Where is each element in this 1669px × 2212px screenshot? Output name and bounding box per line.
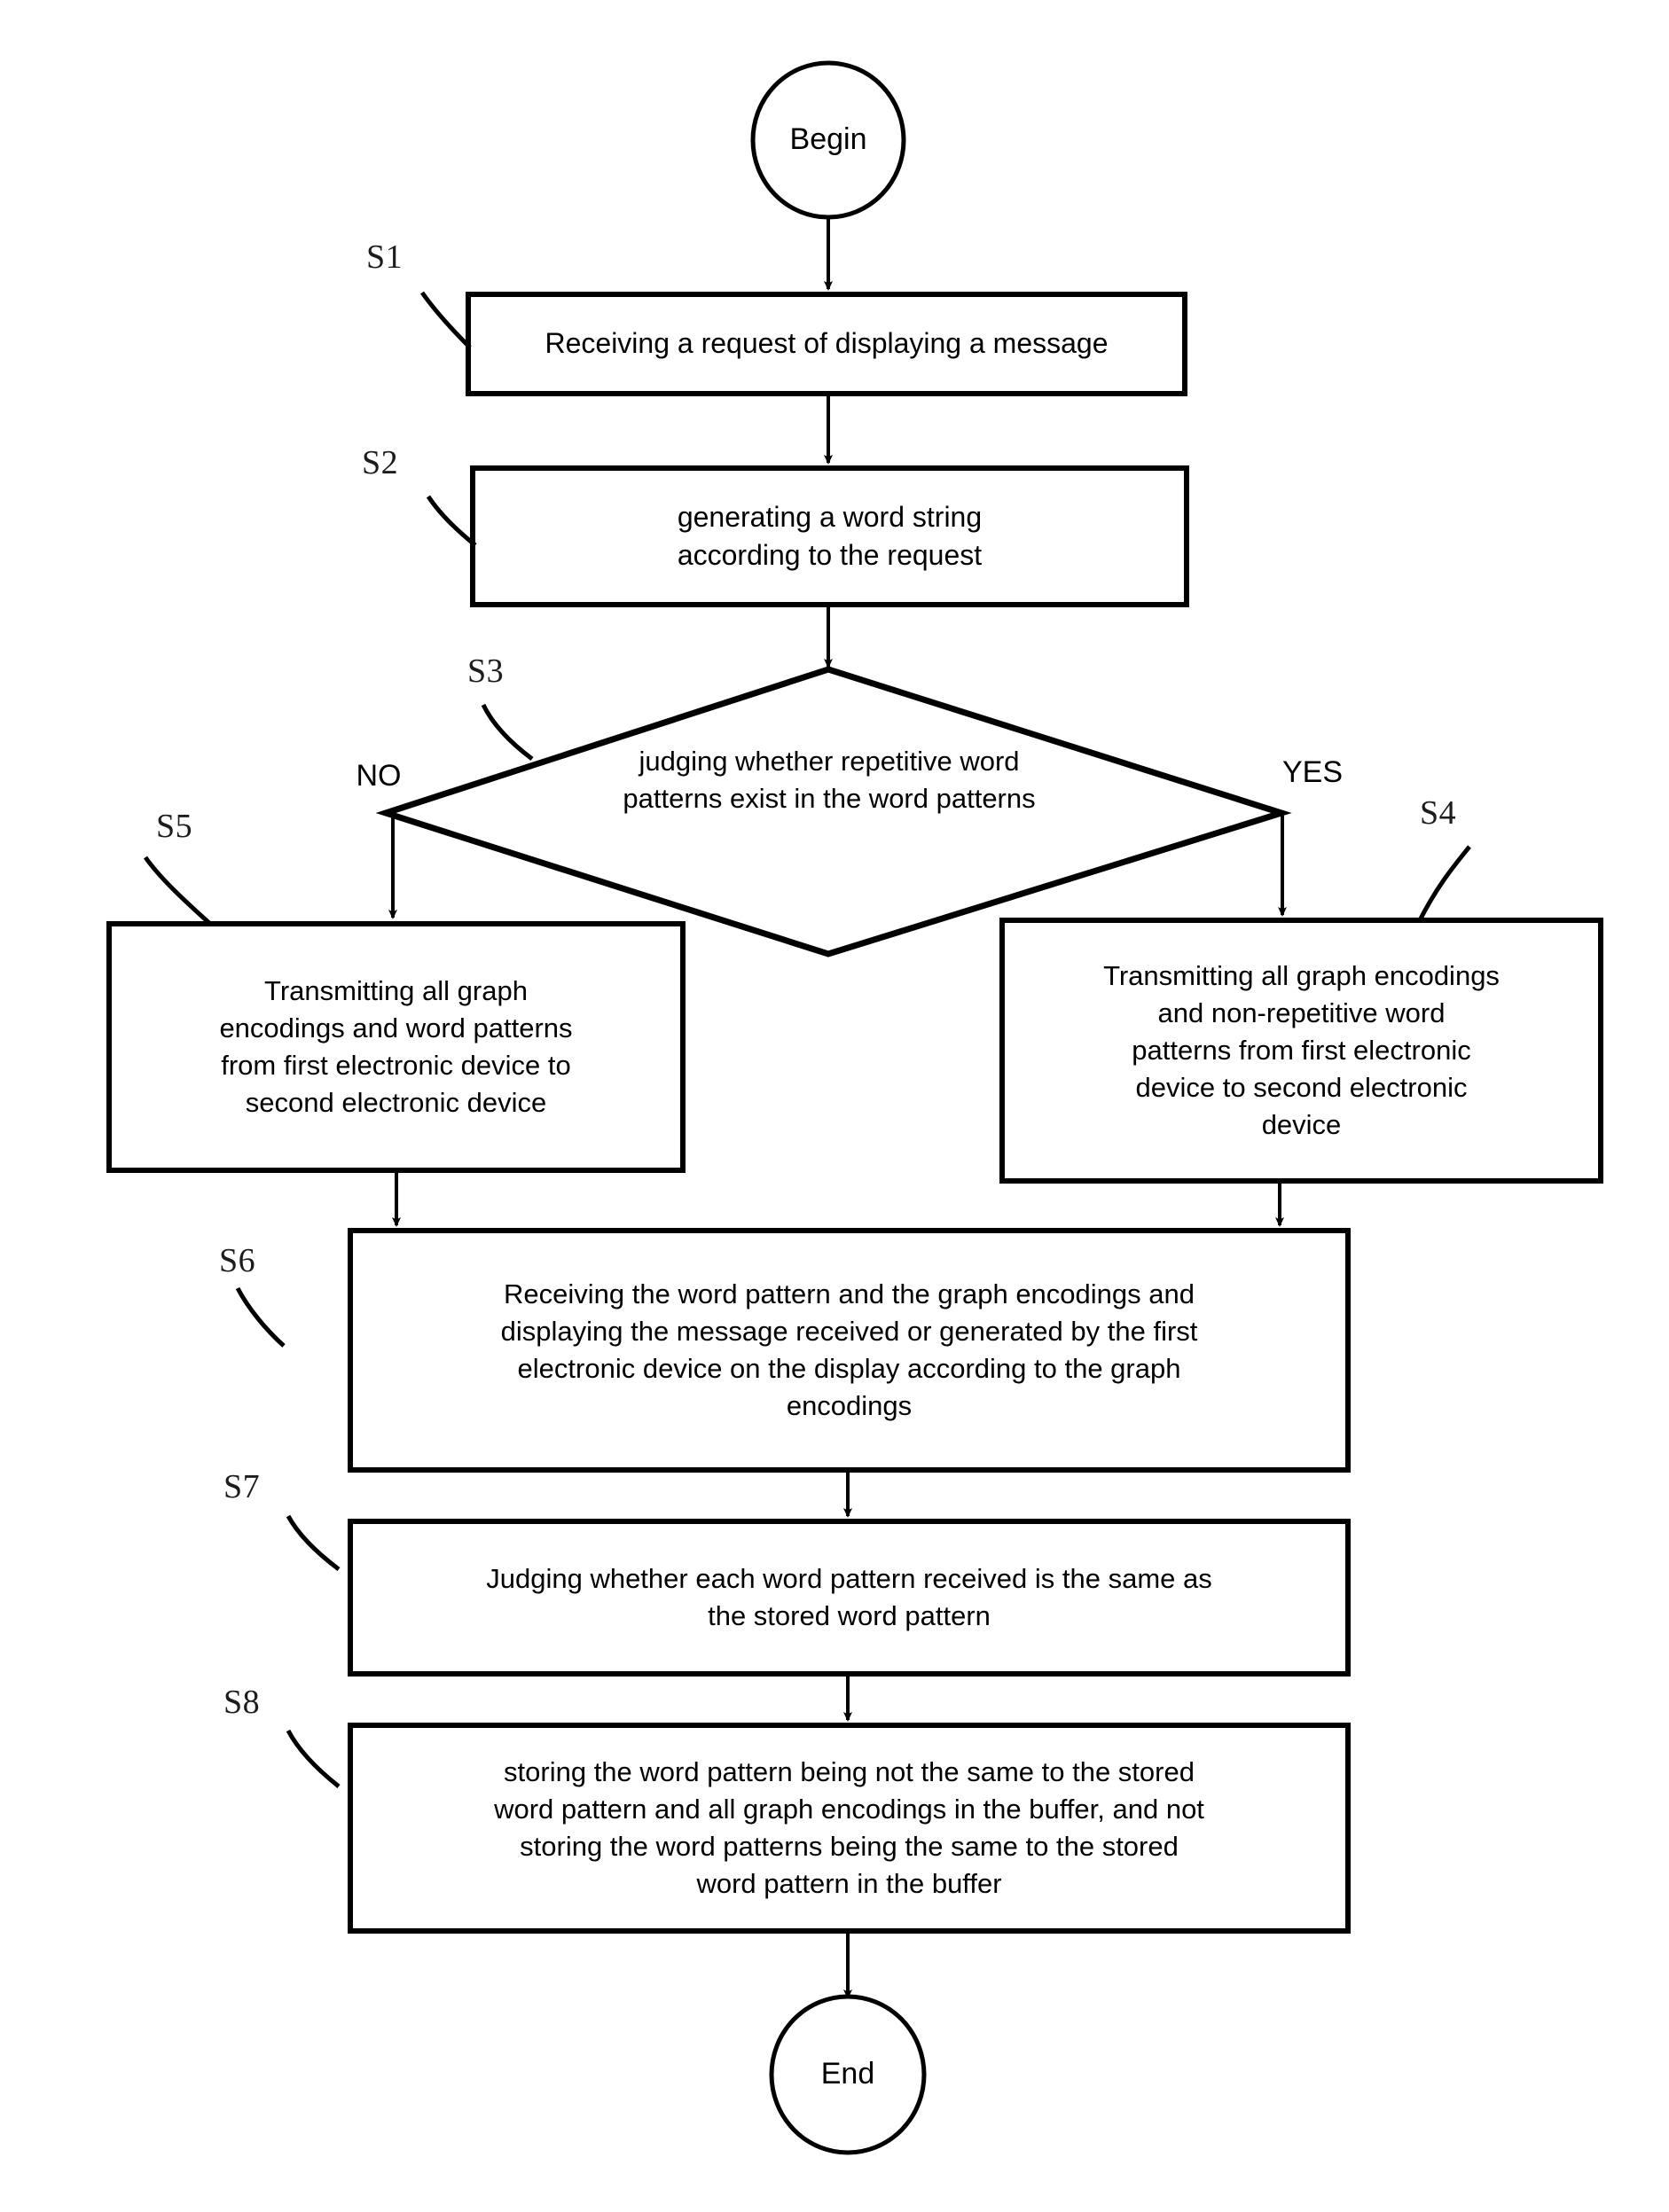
leader-line-s4: [1416, 845, 1471, 924]
step-label-s4: S4: [1420, 794, 1457, 832]
flowchart-page: Begin End Receiving a request of display…: [0, 0, 1669, 2212]
s8-box-shape: [348, 1723, 1351, 1934]
s6-box-shape: [348, 1228, 1351, 1473]
leader-line-s3: [481, 703, 534, 761]
s7-box-shape: [348, 1519, 1351, 1677]
s1-box-shape: [466, 292, 1187, 396]
leader-line-s6: [235, 1286, 286, 1348]
leader-line-s2: [426, 495, 477, 547]
leader-line-s5: [143, 856, 212, 926]
step-label-s8: S8: [223, 1684, 261, 1721]
s5-box-shape: [106, 921, 686, 1173]
s4-box-shape: [999, 918, 1603, 1184]
leader-line-s7: [286, 1514, 341, 1571]
flowchart-canvas: [106, 60, 1603, 2155]
step-label-s3: S3: [467, 653, 505, 690]
step-label-s7: S7: [223, 1468, 261, 1505]
begin-terminal-shape: [750, 60, 906, 220]
step-label-s2: S2: [362, 444, 399, 481]
end-terminal-shape: [769, 1994, 927, 2155]
s2-box-shape: [470, 465, 1189, 607]
branch-label-no: NO: [356, 759, 402, 793]
branch-label-yes: YES: [1281, 755, 1344, 789]
step-label-s5: S5: [156, 808, 193, 845]
step-label-s1: S1: [366, 238, 404, 276]
s3-decision-shape: [375, 666, 1292, 957]
leader-line-s8: [286, 1729, 341, 1788]
leader-line-s1: [419, 291, 472, 349]
step-label-s6: S6: [219, 1242, 256, 1279]
